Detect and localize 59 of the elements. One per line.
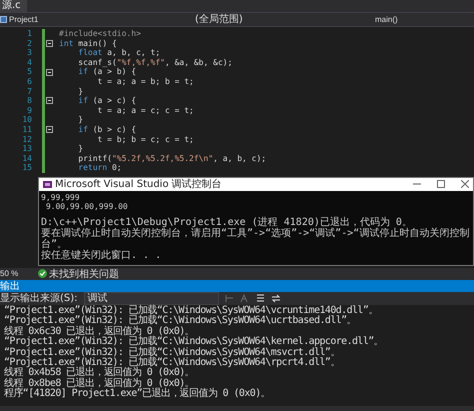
output-line: 程序“[41820] Project1.exe”已退出，返回值为 0 (0x0)。 [4, 389, 272, 400]
line-number: 13 [21, 144, 33, 154]
scope-dropdown[interactable]: (全局范围) [195, 14, 375, 26]
console-output-line: 9.00,99.00,999.00 [44, 202, 129, 211]
console-message: D:\c++\Project1\Debug\Project1.exe (进程 41820)已退出，代码为 0。 [41, 216, 413, 228]
output-line: “Project1.exe”(Win32): 已加载“C:\Windows\SysWOW64\kernel.appcore.dll”。 [4, 337, 384, 348]
console-message: 要在调试停止时自动关闭控制台，请启用“工具”->“选项”->“调试”->“调试停止时自动关闭控制台”。 [41, 228, 470, 250]
check-icon [38, 269, 48, 278]
code-line: t = a; a = b; b = t; [96, 76, 194, 87]
zoom-dropdown[interactable]: 50 % [0, 269, 18, 278]
console-message: 按任意键关闭此窗口. . . [41, 250, 162, 261]
code-line: } [77, 144, 84, 154]
code-line: t = b; b = c; c = t; [96, 134, 194, 144]
code-line: } [77, 86, 84, 96]
panel-title: 输出 [0, 280, 20, 293]
project-icon [0, 16, 7, 23]
line-number: 7 [26, 86, 33, 96]
output-line: 线程 0x4b58 已退出，返回值为 0 (0x0)。 [4, 368, 194, 378]
code-line: scanf_s("%f,%f,%f", &a, &b, &c); [77, 58, 232, 68]
line-number: 1 [26, 29, 33, 39]
line-number: 12 [21, 134, 33, 144]
code-line: t = a; a = c; c = t; [96, 106, 194, 116]
line-number: 8 [26, 96, 33, 106]
output-line: “Project1.exe”(Win32): 已加载“C:\Windows\SysWOW64\rpcrt4.dll”。 [4, 358, 341, 368]
document-tab[interactable]: 源.c [0, 0, 27, 12]
maximize-icon [437, 180, 445, 188]
console-output-line: 9,99,999 [41, 192, 81, 202]
source-dropdown[interactable]: 调试 [84, 292, 219, 305]
code-line: } [77, 115, 84, 125]
project-dropdown[interactable]: Project1 [0, 14, 195, 26]
code-line: printf("%5.2f,%5.2f,%5.2f\n", a, b, c); [77, 154, 266, 164]
code-line: if (a > b) { [77, 67, 136, 77]
line-number: 4 [26, 58, 33, 68]
output-line: 线程 0x8be8 已退出，返回值为 0 (0x0)。 [4, 378, 194, 389]
line-number: 15 [21, 163, 33, 173]
output-line: “Project1.exe”(Win32): 已加载“C:\Windows\SysWOW64\vcruntime140d.dll”。 [4, 306, 379, 316]
line-number: 5 [26, 67, 33, 77]
line-number: 9 [26, 106, 33, 116]
close-icon [461, 180, 469, 188]
line-number: 10 [21, 115, 33, 125]
line-number: 3 [26, 48, 33, 58]
line-number: 6 [26, 76, 33, 87]
member-dropdown[interactable]: main() [375, 14, 398, 26]
line-number: 2 [26, 38, 33, 48]
line-number: 11 [21, 124, 33, 135]
code-line: if (b > c) { [77, 124, 136, 135]
source-label: 显示输出来源(S): [0, 292, 78, 305]
code-line: int main() { [58, 38, 117, 48]
output-line: “Project1.exe”(Win32): 已加载“C:\Windows\SysWOW64\ucrtbased.dll”。 [4, 316, 356, 326]
code-line: #include<stdio.h> [58, 29, 141, 39]
output-line: 线程 0x6c30 已退出，返回值为 0 (0x0)。 [4, 326, 194, 337]
console-app-icon [43, 180, 52, 188]
code-line: return 0; [77, 163, 122, 173]
window-title: Microsoft Visual Studio 调试控制台 [55, 178, 223, 192]
code-line: float a, b, c, t; [77, 48, 160, 58]
line-number: 14 [21, 154, 33, 164]
issues-indicator[interactable]: 未找到相关问题 [38, 266, 120, 281]
code-line: if (a > c) { [77, 96, 136, 106]
output-line: “Project1.exe”(Win32): 已加载“C:\Windows\SysWOW64\msvcrt.dll”。 [4, 348, 341, 358]
